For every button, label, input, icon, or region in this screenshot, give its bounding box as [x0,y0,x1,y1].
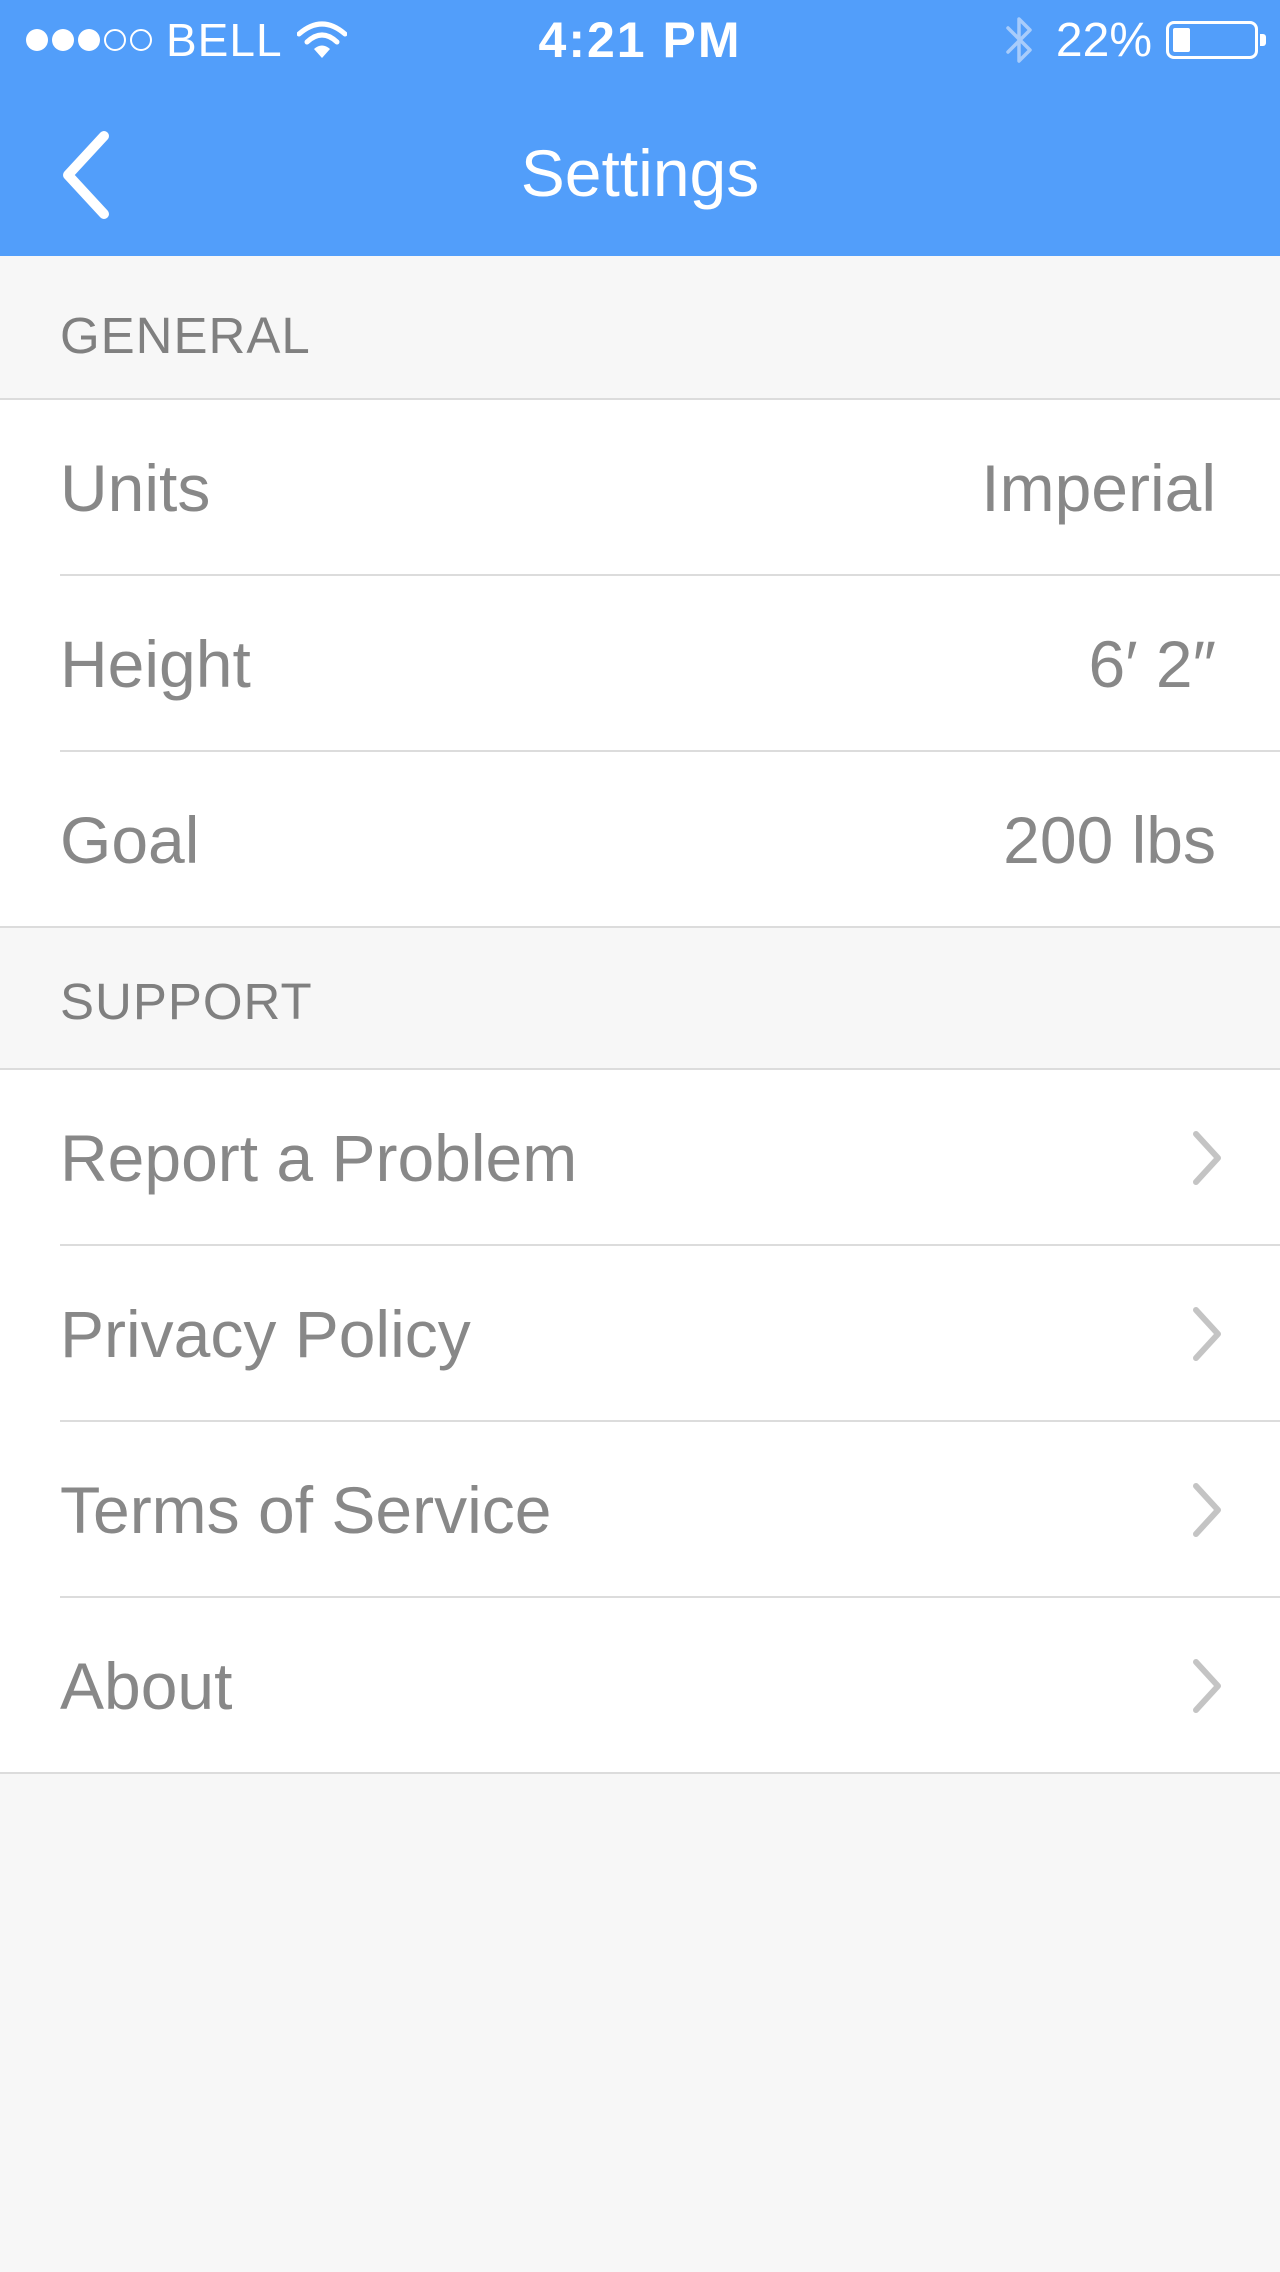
battery-fill [1173,28,1190,52]
chevron-right-icon [1193,1307,1221,1361]
row-value: Imperial [981,451,1216,525]
section-header-general: GENERAL [0,256,1280,400]
chevron-right-icon [1193,1483,1221,1537]
section-title-support: SUPPORT [60,973,313,1030]
settings-row-terms-of-service[interactable]: Terms of Service [0,1422,1280,1598]
row-label: About [60,1649,233,1723]
row-label: Units [60,451,211,525]
row-value: 200 lbs [1003,803,1216,877]
settings-row-about[interactable]: About [0,1598,1280,1774]
section-title-general: GENERAL [60,307,311,364]
battery-icon [1166,21,1266,59]
row-label: Height [60,627,251,701]
nav-header: BELL 4:21 PM 22% Settings [0,0,1280,256]
status-bar: BELL 4:21 PM 22% [0,0,1280,80]
general-group: Units Imperial Height 6′ 2″ Goal 200 lbs [0,400,1280,928]
battery-tip [1260,34,1266,46]
row-value: 6′ 2″ [1088,627,1217,701]
battery-percent: 22% [1055,13,1152,67]
settings-row-goal[interactable]: Goal 200 lbs [0,752,1280,928]
row-label: Privacy Policy [60,1297,471,1371]
page-title: Settings [520,136,760,210]
row-label: Goal [60,803,200,877]
row-label: Report a Problem [60,1121,578,1195]
settings-row-height[interactable]: Height 6′ 2″ [0,576,1280,752]
settings-row-privacy-policy[interactable]: Privacy Policy [0,1246,1280,1422]
chevron-right-icon [1193,1131,1221,1185]
settings-row-units[interactable]: Units Imperial [0,400,1280,576]
row-label: Terms of Service [60,1473,552,1547]
section-header-support: SUPPORT [0,928,1280,1070]
status-right: 22% [1004,10,1266,70]
chevron-right-icon [1193,1659,1221,1713]
support-group: Report a Problem Privacy Policy Terms of… [0,1070,1280,1774]
settings-row-report-a-problem[interactable]: Report a Problem [0,1070,1280,1246]
bluetooth-icon [1006,17,1032,63]
